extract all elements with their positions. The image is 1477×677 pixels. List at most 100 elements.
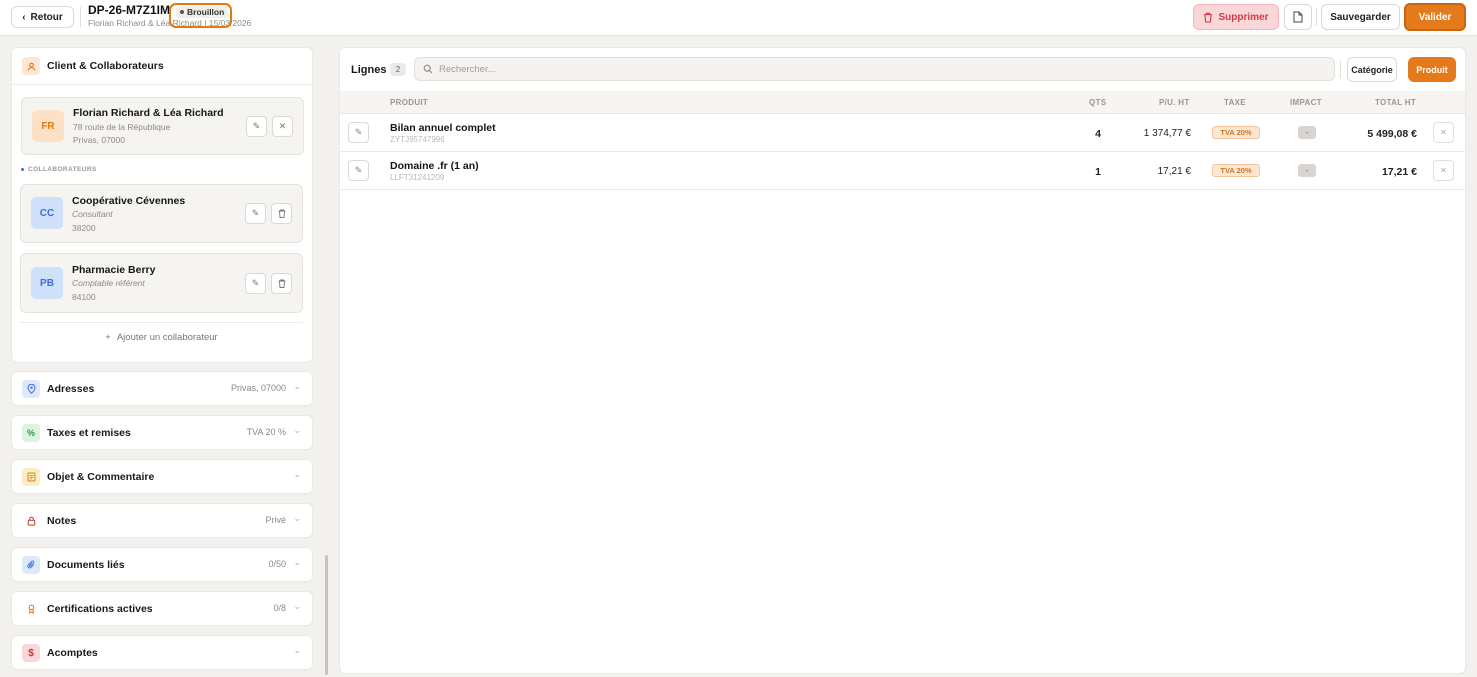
impact-badge: -	[1298, 164, 1316, 177]
delete-collaborator-button[interactable]	[271, 203, 292, 224]
col-unit-price: P/U. HT	[1159, 98, 1190, 107]
collaborator-name: Pharmacie Berry	[72, 264, 156, 276]
plus-icon: +	[105, 332, 111, 343]
status-dot-icon	[180, 10, 184, 14]
section-title: Acomptes	[47, 647, 98, 659]
top-bar: ‹ Retour DP-26-M7Z1IM Florian Richard & …	[0, 0, 1477, 36]
location-icon	[22, 380, 40, 398]
edit-icon: ✎	[354, 165, 363, 175]
section-acomptes[interactable]: $ Acomptes ⌄	[11, 635, 313, 670]
section-objet[interactable]: Objet & Commentaire ⌄	[11, 459, 313, 494]
chevron-down-icon: ⌄	[293, 381, 301, 391]
edit-icon: ✎	[251, 278, 260, 288]
collaborators-label-text: COLLABORATEURS	[28, 166, 97, 173]
chevron-down-icon: ⌄	[293, 425, 301, 435]
lock-icon	[22, 512, 40, 530]
divider	[1340, 61, 1341, 78]
client-address: 78 route de la République	[73, 122, 171, 132]
collaborators-label: COLLABORATEURS	[21, 166, 97, 173]
section-title: Taxes et remises	[47, 427, 131, 439]
trash-icon	[278, 279, 285, 288]
section-title: Notes	[47, 515, 77, 527]
section-value: Privas, 07000	[230, 383, 286, 393]
lines-title: Lignes	[351, 64, 387, 76]
remove-line-button[interactable]: ✕	[1433, 160, 1454, 181]
section-value: Privé	[265, 515, 286, 525]
scrollbar[interactable]	[325, 555, 328, 675]
collaborator-role: Comptable référent	[72, 278, 145, 288]
status-label: Brouillon	[187, 7, 225, 17]
file-icon	[1293, 11, 1303, 23]
lines-count-badge: 2	[390, 63, 406, 76]
chevron-down-icon: ⌄	[293, 645, 301, 655]
collaborator-entry: CC Coopérative Cévennes Consultant 38200…	[20, 184, 303, 243]
line-name: Bilan annuel complet	[390, 122, 496, 134]
tax-badge: TVA 20%	[1212, 164, 1260, 177]
lines-panel: Lignes 2 Catégorie Produit PRODUIT QTS P…	[339, 47, 1466, 674]
tax-badge: TVA 20%	[1212, 126, 1260, 139]
search-box	[414, 57, 1335, 81]
edit-icon: ✎	[252, 121, 261, 131]
section-title: Adresses	[47, 383, 95, 395]
section-title: Certifications actives	[47, 603, 153, 615]
section-value: 0/50	[268, 559, 286, 569]
line-name: Domaine .fr (1 an)	[390, 160, 479, 172]
section-taxes[interactable]: % Taxes et remises TVA 20 % ⌄	[11, 415, 313, 450]
add-collaborator-label: Ajouter un collaborateur	[116, 332, 218, 343]
remove-client-button[interactable]: ✕	[272, 116, 293, 137]
edit-collaborator-button[interactable]: ✎	[245, 203, 266, 224]
back-button[interactable]: ‹ Retour	[11, 6, 74, 28]
edit-line-button[interactable]: ✎	[348, 160, 369, 181]
section-notes[interactable]: Notes Privé ⌄	[11, 503, 313, 538]
section-certifications[interactable]: Certifications actives 0/8 ⌄	[11, 591, 313, 626]
bullet-icon	[21, 168, 24, 171]
pdf-button[interactable]	[1284, 4, 1312, 30]
table-header: PRODUIT QTS P/U. HT TAXE IMPACT TOTAL HT	[340, 91, 1465, 114]
edit-collaborator-button[interactable]: ✎	[245, 273, 266, 294]
chevron-down-icon: ⌄	[293, 513, 301, 523]
line-unit-price: 1 374,77 €	[1143, 128, 1191, 139]
divider	[80, 7, 81, 27]
collaborator-postal: 38200	[72, 223, 96, 233]
add-collaborator-button[interactable]: + Ajouter un collaborateur	[20, 322, 303, 352]
section-value: TVA 20 %	[246, 427, 286, 437]
delete-collaborator-button[interactable]	[271, 273, 292, 294]
client-name: Florian Richard & Léa Richard	[73, 107, 224, 119]
edit-client-button[interactable]: ✎	[246, 116, 267, 137]
chevron-down-icon: ⌄	[293, 469, 301, 479]
line-sku: ZYTJ95747996	[390, 135, 445, 144]
search-input[interactable]	[439, 63, 1319, 75]
avatar: FR	[32, 110, 64, 142]
table-row[interactable]: ✎ Bilan annuel complet ZYTJ95747996 4 1 …	[340, 114, 1465, 152]
add-category-button[interactable]: Catégorie	[1347, 57, 1397, 82]
delete-button[interactable]: Supprimer	[1193, 4, 1279, 30]
line-sku: LLFT31241209	[390, 173, 445, 182]
user-icon	[22, 57, 40, 75]
line-total: 17,21 €	[1381, 166, 1417, 178]
section-adresses[interactable]: Adresses Privas, 07000 ⌄	[11, 371, 313, 406]
section-title: Documents liés	[47, 559, 125, 571]
avatar: PB	[31, 267, 63, 299]
delete-label: Supprimer	[1218, 11, 1269, 23]
save-button[interactable]: Sauvegarder	[1321, 4, 1400, 30]
col-impact: IMPACT	[1290, 98, 1322, 107]
validate-button[interactable]: Valider	[1404, 3, 1466, 31]
add-product-button[interactable]: Produit	[1408, 57, 1456, 82]
edit-line-button[interactable]: ✎	[348, 122, 369, 143]
close-icon: ✕	[1440, 128, 1447, 137]
col-qty: QTS	[1089, 98, 1107, 107]
col-total: TOTAL HT	[1375, 98, 1417, 107]
section-value: 0/8	[273, 603, 286, 613]
close-icon: ✕	[1440, 166, 1447, 175]
client-section-header[interactable]: Client & Collaborateurs	[12, 48, 312, 85]
col-tax: TAXE	[1224, 98, 1246, 107]
line-total: 5 499,08 €	[1367, 128, 1417, 140]
impact-badge: -	[1298, 126, 1316, 139]
section-documents[interactable]: Documents liés 0/50 ⌄	[11, 547, 313, 582]
table-row[interactable]: ✎ Domaine .fr (1 an) LLFT31241209 1 17,2…	[340, 152, 1465, 190]
client-section-title: Client & Collaborateurs	[47, 60, 164, 72]
paperclip-icon	[22, 556, 40, 574]
search-icon	[423, 64, 433, 74]
remove-line-button[interactable]: ✕	[1433, 122, 1454, 143]
dollar-icon: $	[22, 644, 40, 662]
